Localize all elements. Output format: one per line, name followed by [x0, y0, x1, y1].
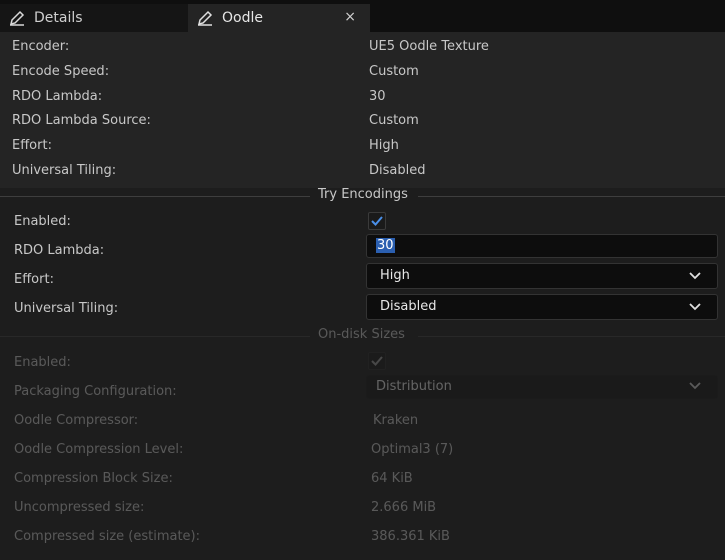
- on-disk-divider: On-disk Sizes: [0, 326, 725, 346]
- divider-line: [0, 336, 310, 337]
- ondisk-enabled-label: Enabled:: [14, 355, 71, 370]
- ondisk-row: Oodle Compression Level: Optimal3 (7): [0, 438, 725, 462]
- ondisk-label: Compression Block Size:: [14, 471, 173, 486]
- checkmark-icon: [371, 216, 383, 226]
- ondisk-row: Compressed size (estimate): 386.361 KiB: [0, 525, 725, 549]
- effort-dropdown[interactable]: High: [366, 263, 718, 289]
- ondisk-enabled-checkbox: [368, 352, 386, 370]
- encoder-info-section: Encoder: UE5 Oodle Texture Encode Speed:…: [0, 32, 725, 188]
- info-value: 30: [369, 89, 386, 104]
- divider-line: [0, 196, 310, 197]
- ondisk-enabled-row: Enabled:: [0, 351, 725, 375]
- ondisk-value: Optimal3 (7): [371, 442, 454, 457]
- ondisk-label: Oodle Compressor:: [14, 413, 139, 428]
- info-label: Encode Speed:: [12, 64, 110, 79]
- ondisk-label: Oodle Compression Level:: [14, 442, 184, 457]
- info-row-rdo-lambda-source: RDO Lambda Source: Custom: [0, 109, 725, 133]
- ondisk-label: Compressed size (estimate):: [14, 529, 200, 544]
- info-row-encode-speed: Encode Speed: Custom: [0, 60, 725, 84]
- info-value: Custom: [369, 113, 419, 128]
- packaging-dropdown: Distribution: [366, 375, 718, 399]
- info-row-encoder: Encoder: UE5 Oodle Texture: [0, 35, 725, 59]
- tiling-value: Disabled: [380, 299, 437, 314]
- pencil-icon: [9, 10, 25, 26]
- info-value: High: [369, 138, 399, 153]
- info-label: Effort:: [12, 138, 52, 153]
- try-tiling-label: Universal Tiling:: [14, 301, 119, 316]
- info-row-universal-tiling: Universal Tiling: Disabled: [0, 159, 725, 183]
- try-effort-label: Effort:: [14, 272, 54, 287]
- ondisk-row: Compression Block Size: 64 KiB: [0, 467, 725, 491]
- try-encodings-title: Try Encodings: [318, 187, 408, 202]
- rdo-lambda-value-wrap: 30: [376, 238, 395, 253]
- try-rdo-label: RDO Lambda:: [14, 243, 105, 258]
- tab-details-label: Details: [34, 10, 83, 26]
- pencil-icon: [197, 10, 213, 26]
- info-label: Encoder:: [12, 39, 70, 54]
- tab-bar: Details Oodle ×: [0, 0, 725, 32]
- packaging-value: Distribution: [376, 379, 452, 394]
- ondisk-value: 64 KiB: [371, 471, 413, 486]
- divider-line: [418, 336, 725, 337]
- info-label: Universal Tiling:: [12, 163, 117, 178]
- effort-value: High: [380, 268, 410, 283]
- chevron-down-icon: [689, 303, 701, 311]
- chevron-down-icon: [689, 272, 701, 280]
- tab-oodle[interactable]: Oodle ×: [188, 4, 370, 32]
- ondisk-value: Kraken: [373, 413, 419, 428]
- info-label: RDO Lambda:: [12, 89, 103, 104]
- try-enabled-row: Enabled:: [0, 210, 725, 234]
- on-disk-title: On-disk Sizes: [318, 327, 405, 342]
- tab-oodle-label: Oodle: [222, 10, 263, 26]
- tab-details[interactable]: Details: [0, 4, 188, 32]
- ondisk-value: 386.361 KiB: [371, 529, 450, 544]
- universal-tiling-dropdown[interactable]: Disabled: [366, 294, 718, 320]
- chevron-down-icon: [689, 382, 701, 390]
- ondisk-row: Oodle Compressor: Kraken: [0, 409, 725, 433]
- ondisk-label: Uncompressed size:: [14, 500, 145, 515]
- checkmark-icon: [371, 356, 383, 366]
- info-label: RDO Lambda Source:: [12, 113, 151, 128]
- close-tab-button[interactable]: ×: [344, 9, 356, 25]
- rdo-lambda-value: 30: [376, 238, 395, 253]
- rdo-lambda-input[interactable]: 30: [366, 234, 718, 258]
- try-enabled-checkbox[interactable]: [368, 212, 386, 230]
- oodle-panel: Encoder: UE5 Oodle Texture Encode Speed:…: [0, 32, 725, 560]
- info-value: UE5 Oodle Texture: [369, 39, 489, 54]
- try-enabled-label: Enabled:: [14, 214, 71, 229]
- ondisk-row: Uncompressed size: 2.666 MiB: [0, 496, 725, 520]
- info-value: Disabled: [369, 163, 426, 178]
- try-encodings-divider: Try Encodings: [0, 186, 725, 206]
- ondisk-value: 2.666 MiB: [371, 500, 437, 515]
- info-row-effort: Effort: High: [0, 134, 725, 158]
- divider-line: [418, 196, 725, 197]
- info-value: Custom: [369, 64, 419, 79]
- packaging-label: Packaging Configuration:: [14, 384, 177, 399]
- info-row-rdo-lambda: RDO Lambda: 30: [0, 85, 725, 109]
